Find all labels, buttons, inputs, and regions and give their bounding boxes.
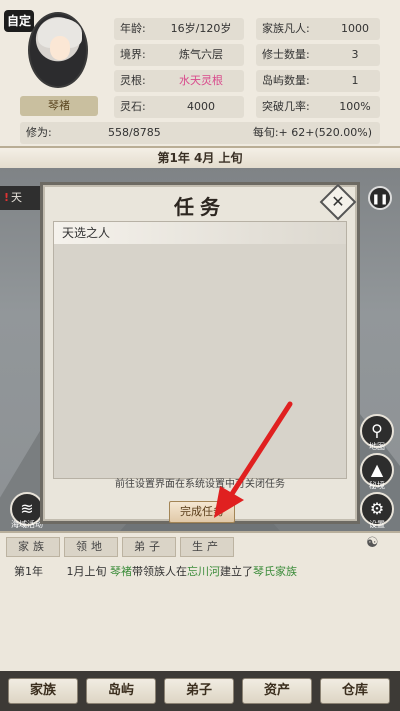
log-text: 带领族人在 xyxy=(132,565,187,578)
task-item[interactable]: 天选之人 xyxy=(54,222,346,244)
stat-mortals: 家族凡人: 1000 xyxy=(256,18,380,40)
game-date: 第1年 4月 上旬 xyxy=(0,148,400,168)
stat-breakthrough: 突破几率: 100% xyxy=(256,96,380,118)
stat-label: 灵石: xyxy=(120,100,146,113)
event-log-panel: 家族 领地 弟子 生产 ☯ 第1年 1月上旬 琴褚带领族人在忘川河建立了琴氏家族 xyxy=(0,531,400,671)
stat-value: 炼气六层 xyxy=(179,48,223,61)
log-actor: 琴褚 xyxy=(110,565,132,578)
log-options-icon[interactable]: ☯ xyxy=(366,535,379,551)
cultivation-rate: 每旬:+ 62+(520.00%) xyxy=(252,126,372,139)
stat-label: 年龄: xyxy=(120,22,146,35)
pause-icon[interactable]: ❚❚ xyxy=(368,186,392,210)
modal-title: 任务 xyxy=(174,195,226,219)
log-entry: 第1年 1月上旬 琴褚带领族人在忘川河建立了琴氏家族 xyxy=(14,563,297,579)
sea-icon[interactable]: ≋ 海域活动 xyxy=(10,492,44,529)
map-pin-icon[interactable]: ⚲ 地图 xyxy=(360,414,394,451)
stat-label: 灵根: xyxy=(120,74,146,87)
nav-family-button[interactable]: 家族 xyxy=(8,678,78,704)
log-date: 1月上旬 xyxy=(66,565,107,578)
cultivation-bar: 修为: 558/8785 每旬:+ 62+(520.00%) xyxy=(20,122,380,144)
stat-value: 1000 xyxy=(341,22,369,35)
side-button-label: 秘境 xyxy=(369,481,385,490)
stat-cultivators: 修士数量: 3 xyxy=(256,44,380,66)
log-tab-disciples[interactable]: 弟子 xyxy=(122,537,176,557)
log-tab-production[interactable]: 生产 xyxy=(180,537,234,557)
bottom-nav: 家族 岛屿 弟子 资产 仓库 xyxy=(0,671,400,711)
avatar-face xyxy=(50,36,70,60)
stat-spirit-root: 灵根: 水天灵根 xyxy=(114,70,244,92)
warning-icon: ! xyxy=(4,191,10,204)
stat-value: 16岁/120岁 xyxy=(170,22,232,35)
nav-disciples-button[interactable]: 弟子 xyxy=(164,678,234,704)
stat-islands: 岛屿数量: 1 xyxy=(256,70,380,92)
cultivation-value: 558/8785 xyxy=(108,126,161,139)
stat-value: 100% xyxy=(339,100,371,113)
stat-realm: 境界: 炼气六层 xyxy=(114,44,244,66)
auto-badge[interactable]: 自定 xyxy=(4,10,34,32)
stat-label: 岛屿数量: xyxy=(262,74,310,87)
stat-age: 年龄: 16岁/120岁 xyxy=(114,18,244,40)
stat-value: 3 xyxy=(351,48,359,61)
stat-label: 家族凡人: xyxy=(262,22,310,35)
log-year: 第1年 xyxy=(14,565,43,578)
gear-icon[interactable]: ⚙ 设置 xyxy=(360,492,394,529)
character-avatar[interactable] xyxy=(28,12,88,88)
stat-value: 4000 xyxy=(187,100,215,113)
nav-assets-button[interactable]: 资产 xyxy=(242,678,312,704)
nav-islands-button[interactable]: 岛屿 xyxy=(86,678,156,704)
character-name[interactable]: 琴褚 xyxy=(20,96,98,116)
pointer-arrow-icon xyxy=(214,401,293,518)
stat-label: 突破几率: xyxy=(262,100,310,113)
log-clan: 琴氏家族 xyxy=(253,565,297,578)
stat-value: 1 xyxy=(351,74,359,87)
log-tab-family[interactable]: 家族 xyxy=(6,537,60,557)
character-panel: 自定 琴褚 年龄: 16岁/120岁 境界: 炼气六层 灵根: 水天灵根 灵石:… xyxy=(0,0,400,148)
mountain-icon[interactable]: ▲ 秘境 xyxy=(360,453,394,490)
log-tab-territory[interactable]: 领地 xyxy=(64,537,118,557)
event-alert-text: 天 xyxy=(11,191,23,204)
log-text: 建立了 xyxy=(220,565,253,578)
cultivation-label: 修为: xyxy=(26,126,52,139)
stat-label: 修士数量: xyxy=(262,48,310,61)
side-button-label: 设置 xyxy=(369,520,385,529)
nav-warehouse-button[interactable]: 仓库 xyxy=(320,678,390,704)
log-place: 忘川河 xyxy=(187,565,220,578)
stat-spirit-stones: 灵石: 4000 xyxy=(114,96,244,118)
side-button-label: 地图 xyxy=(369,442,385,451)
stat-label: 境界: xyxy=(120,48,146,61)
stat-value: 水天灵根 xyxy=(179,74,223,87)
